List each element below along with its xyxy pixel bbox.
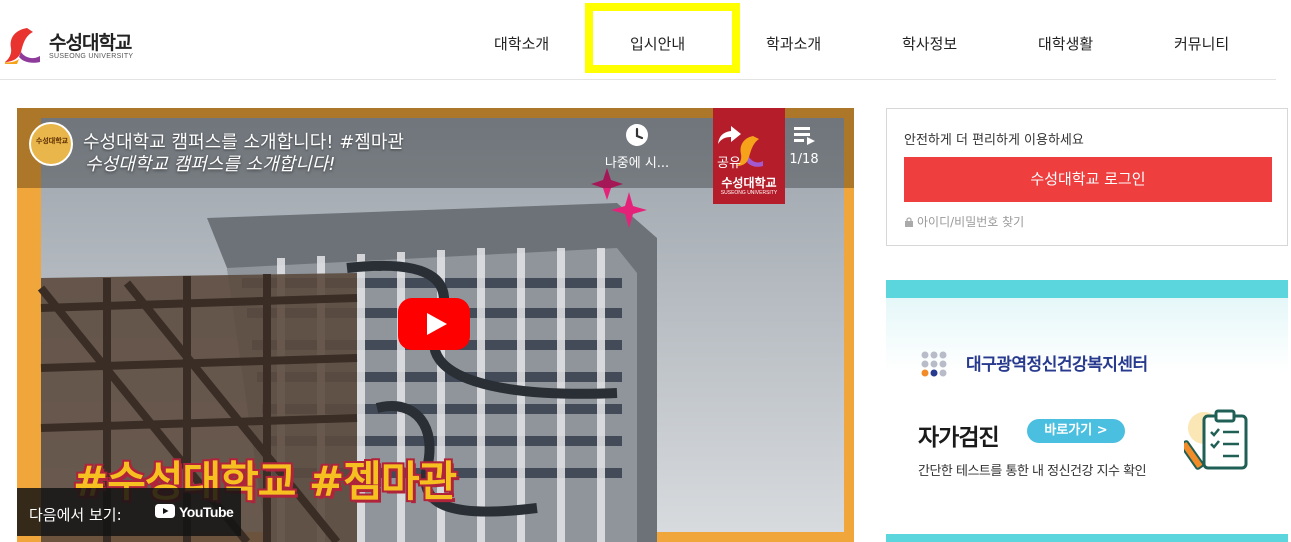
brand-name: 수성대학교 xyxy=(49,32,132,54)
channel-avatar[interactable]: 수성대학교 xyxy=(29,122,73,166)
brand-subtitle: SUSEONG UNIVERSITY xyxy=(49,53,134,60)
find-id-password-link[interactable]: 아이디/비밀번호 찾기 xyxy=(904,213,1024,230)
lock-icon xyxy=(905,217,913,227)
mental-health-banner[interactable]: 대구광역정신건강복지센터 자가검진 바로가기 > 간단한 테스트를 통한 내 정… xyxy=(886,280,1288,542)
nav-item-admissions[interactable]: 입시안내 xyxy=(630,33,685,54)
login-panel: 안전하게 더 편리하게 이용하세요 수성대학교 로그인 아이디/비밀번호 찾기 xyxy=(886,108,1288,246)
nav-item-departments[interactable]: 학과소개 xyxy=(766,33,821,54)
find-link-label: 아이디/비밀번호 찾기 xyxy=(917,215,1025,229)
center-logo-icon xyxy=(921,351,947,377)
badge-sub: SUSEONG UNIVERSITY xyxy=(720,190,778,196)
share-icon xyxy=(718,126,741,144)
watch-later-button[interactable]: 나중에 시... xyxy=(597,122,677,171)
playlist-button[interactable]: 1/18 xyxy=(764,122,844,167)
share-button[interactable]: 공유 xyxy=(689,122,769,171)
login-description: 안전하게 더 편리하게 이용하세요 xyxy=(904,133,1084,148)
youtube-wordmark: YouTube xyxy=(179,504,234,520)
video-subtitle-overlay: 수성대학교 캠퍼스를 소개합니다! xyxy=(85,154,336,175)
watch-on-label: 다음에서 보기: xyxy=(29,506,122,524)
playlist-icon xyxy=(794,127,815,145)
banner-bottom-stripe xyxy=(886,534,1288,542)
badge-name: 수성대학교 xyxy=(721,176,777,190)
banner-top-stripe xyxy=(886,280,1288,298)
nav-item-about[interactable]: 대학소개 xyxy=(494,33,549,54)
university-logo-icon xyxy=(5,28,40,64)
nav-item-campus-life[interactable]: 대학생활 xyxy=(1038,33,1093,54)
clipboard-checklist-icon xyxy=(1184,409,1248,470)
play-icon[interactable] xyxy=(398,298,470,350)
share-label: 공유 xyxy=(717,156,741,171)
channel-avatar-text: 수성대학교 xyxy=(35,137,69,145)
banner-org-name: 대구광역정신건강복지센터 xyxy=(966,355,1148,375)
nav-item-community[interactable]: 커뮤니티 xyxy=(1174,33,1229,54)
header-divider xyxy=(0,79,1276,80)
site-logo[interactable]: 수성대학교 SUSEONG UNIVERSITY xyxy=(5,24,145,66)
clock-icon xyxy=(626,124,648,146)
playlist-counter: 1/18 xyxy=(789,152,819,167)
site-header: 수성대학교 SUSEONG UNIVERSITY 대학소개 입시안내 학과소개 … xyxy=(0,0,1291,80)
watch-later-label: 나중에 시... xyxy=(604,156,670,171)
nav-item-academic[interactable]: 학사정보 xyxy=(902,33,957,54)
watch-on-youtube-button[interactable]: 다음에서 보기: YouTube xyxy=(17,488,241,536)
login-button[interactable]: 수성대학교 로그인 xyxy=(904,157,1272,202)
banner-title: 자가검진 xyxy=(918,425,1000,451)
youtube-embed[interactable]: 수성대학교 수성대학교 캠퍼스를 소개합니다! #젬마관 수성대학교 캠퍼스를 … xyxy=(17,108,854,542)
banner-description: 간단한 테스트를 통한 내 정신건강 지수 확인 xyxy=(918,464,1147,479)
youtube-logo-icon xyxy=(155,504,175,518)
banner-go-button[interactable]: 바로가기 > xyxy=(1027,419,1125,443)
